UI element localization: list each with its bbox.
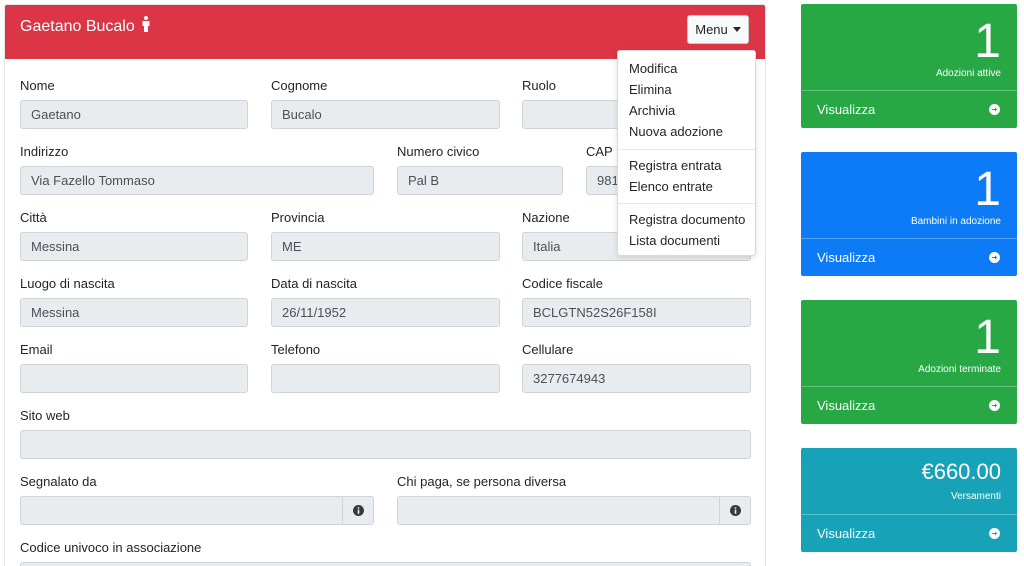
- stat-value: €660.00: [921, 459, 1001, 484]
- arrow-circle-right-icon: [989, 104, 1000, 115]
- nazione-label: Nazione: [522, 210, 570, 225]
- nome-field[interactable]: Gaetano: [20, 100, 248, 129]
- sito-web-label: Sito web: [20, 408, 70, 423]
- segnalato-da-field[interactable]: [20, 496, 374, 525]
- menu-divider: [618, 203, 755, 204]
- cognome-label: Cognome: [271, 78, 328, 93]
- citta-label: Città: [20, 210, 47, 225]
- chi-paga-field[interactable]: [397, 496, 751, 525]
- menu-button-label: Menu: [695, 22, 728, 37]
- data-nascita-field[interactable]: 26/11/1952: [271, 298, 500, 327]
- menu-item-nuova-adozione[interactable]: Nuova adozione: [629, 124, 723, 139]
- menu-item-elenco-entrate[interactable]: Elenco entrate: [629, 179, 713, 194]
- menu-item-archivia[interactable]: Archivia: [629, 103, 675, 118]
- menu-item-registra-documento[interactable]: Registra documento: [629, 212, 745, 227]
- nome-label: Nome: [20, 78, 55, 93]
- sito-web-field[interactable]: [20, 430, 751, 459]
- data-nascita-label: Data di nascita: [271, 276, 357, 291]
- stat-label: Adozioni attive: [935, 68, 1001, 79]
- telefono-label: Telefono: [271, 342, 321, 357]
- person-card: Gaetano Bucalo Menu Nome Gaetano Cognome…: [4, 4, 766, 566]
- luogo-nascita-field[interactable]: Messina: [20, 298, 248, 327]
- stat-card-bambini-in-adozione: 1 Bambini in adozione Visualizza: [801, 152, 1017, 276]
- visualizza-link[interactable]: Visualizza: [801, 514, 1017, 552]
- visualizza-link[interactable]: Visualizza: [801, 386, 1017, 424]
- cognome-field[interactable]: Bucalo: [271, 100, 500, 129]
- visualizza-label: Visualizza: [817, 250, 876, 265]
- stat-value: 1: [974, 311, 1001, 364]
- visualizza-label: Visualizza: [817, 102, 876, 117]
- stat-card-adozioni-terminate: 1 Adozioni terminate Visualizza: [801, 300, 1017, 424]
- codice-univoco-label: Codice univoco in associazione: [20, 540, 202, 555]
- menu-item-registra-entrata[interactable]: Registra entrata: [629, 158, 722, 173]
- caret-down-icon: [732, 27, 741, 32]
- menu-item-elimina[interactable]: Elimina: [629, 82, 672, 97]
- menu-divider: [618, 149, 755, 150]
- visualizza-link[interactable]: Visualizza: [801, 90, 1017, 128]
- stat-label: Adozioni terminate: [918, 364, 1001, 375]
- arrow-circle-right-icon: [989, 400, 1000, 411]
- ruolo-label: Ruolo: [522, 78, 556, 93]
- cellulare-label: Cellulare: [522, 342, 574, 357]
- actions-dropdown-menu: Modifica Elimina Archivia Nuova adozione…: [617, 50, 756, 256]
- segnalato-da-label: Segnalato da: [20, 474, 97, 489]
- stat-label: Versamenti: [950, 491, 1001, 502]
- visualizza-label: Visualizza: [817, 526, 876, 541]
- arrow-circle-right-icon: [989, 252, 1000, 263]
- provincia-label: Provincia: [271, 210, 325, 225]
- stat-value: 1: [974, 15, 1001, 68]
- person-name: Gaetano Bucalo: [20, 17, 135, 35]
- cap-label: CAP: [586, 144, 613, 159]
- luogo-nascita-label: Luogo di nascita: [20, 276, 115, 291]
- page-title: Gaetano Bucalo: [20, 16, 151, 37]
- email-label: Email: [20, 342, 53, 357]
- indirizzo-field[interactable]: Via Fazello Tommaso: [20, 166, 374, 195]
- codice-fiscale-label: Codice fiscale: [522, 276, 603, 291]
- numero-civico-field[interactable]: Pal B: [397, 166, 563, 195]
- menu-item-lista-documenti[interactable]: Lista documenti: [629, 233, 720, 248]
- cellulare-field[interactable]: 3277674943: [522, 364, 751, 393]
- stat-label: Bambini in adozione: [910, 216, 1001, 227]
- menu-button[interactable]: Menu: [687, 15, 749, 44]
- stat-value: 1: [974, 163, 1001, 216]
- info-circle-icon[interactable]: [719, 497, 750, 524]
- visualizza-label: Visualizza: [817, 398, 876, 413]
- indirizzo-label: Indirizzo: [20, 144, 69, 159]
- male-person-icon: [141, 16, 151, 37]
- menu-item-modifica[interactable]: Modifica: [629, 61, 677, 76]
- chi-paga-label: Chi paga, se persona diversa: [397, 474, 567, 489]
- stat-card-versamenti: €660.00 Versamenti Visualizza: [801, 448, 1017, 552]
- codice-fiscale-field[interactable]: BCLGTN52S26F158I: [522, 298, 751, 327]
- stat-card-adozioni-attive: 1 Adozioni attive Visualizza: [801, 4, 1017, 128]
- email-field[interactable]: [20, 364, 248, 393]
- arrow-circle-right-icon: [989, 528, 1000, 539]
- citta-field[interactable]: Messina: [20, 232, 248, 261]
- numero-civico-label: Numero civico: [397, 144, 480, 159]
- codice-univoco-field[interactable]: [20, 562, 751, 566]
- telefono-field[interactable]: [271, 364, 500, 393]
- provincia-field[interactable]: ME: [271, 232, 500, 261]
- visualizza-link[interactable]: Visualizza: [801, 238, 1017, 276]
- info-circle-icon[interactable]: [342, 497, 373, 524]
